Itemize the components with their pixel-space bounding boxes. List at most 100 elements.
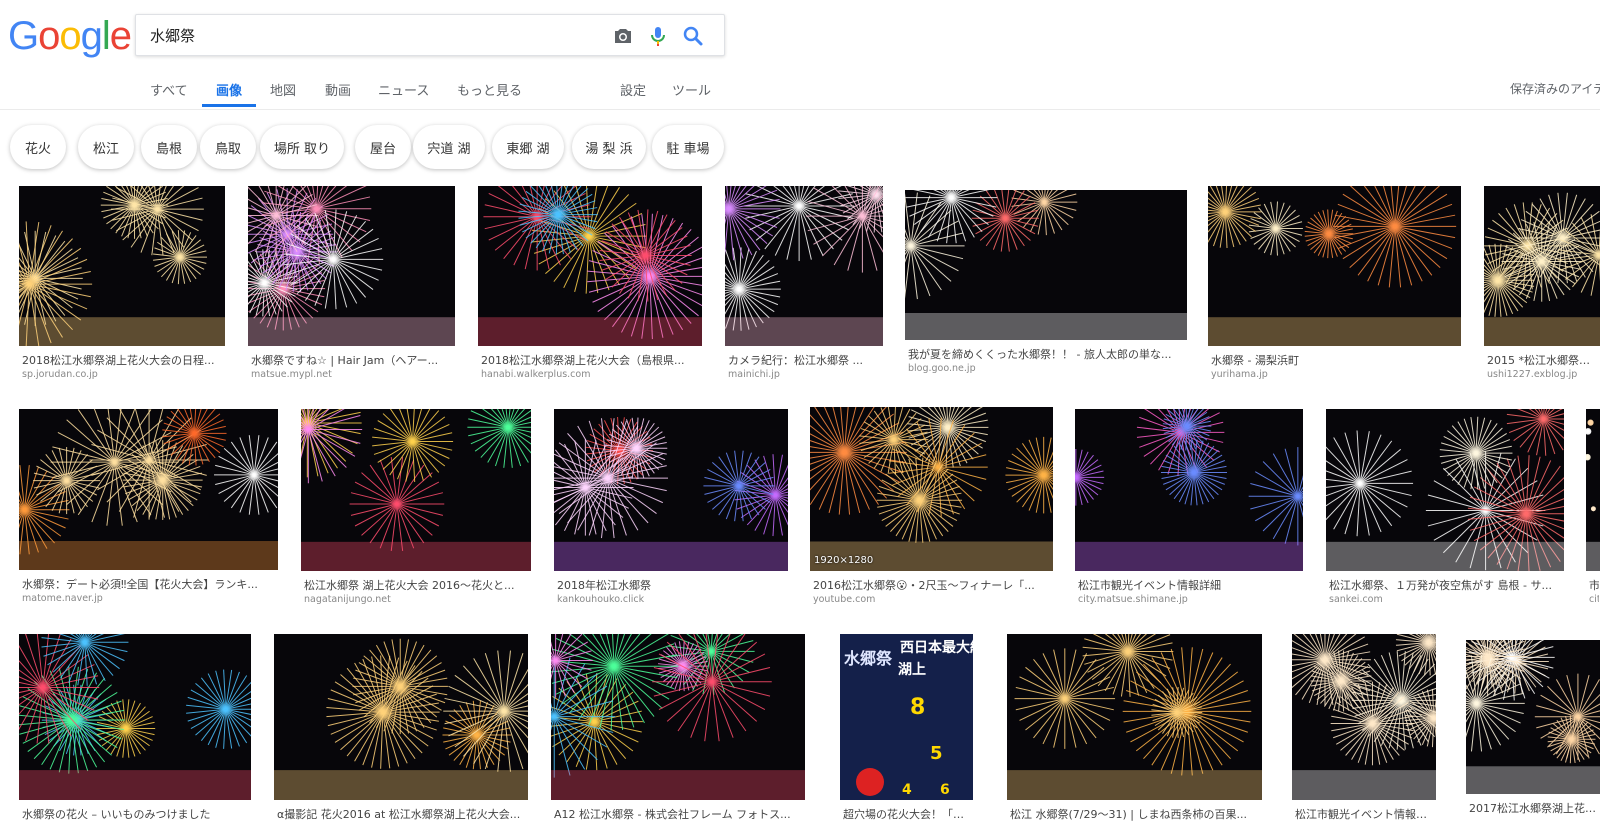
google-logo[interactable]: Google — [8, 14, 132, 58]
result-thumbnail[interactable] — [1075, 409, 1303, 571]
result-thumbnail[interactable] — [554, 409, 788, 571]
result-thumbnail[interactable] — [905, 190, 1187, 340]
chip-4[interactable]: 場所 取り — [260, 125, 344, 169]
result-thumbnail[interactable] — [19, 634, 251, 800]
search-box[interactable] — [135, 14, 725, 56]
result-thumbnail[interactable] — [551, 634, 805, 800]
saved-items-link[interactable]: 保存済みのアイテ — [1510, 80, 1600, 97]
result-title[interactable]: 超穴場の花火大会！「松江... — [843, 806, 972, 821]
image-result[interactable]: α撮影記 花火2016 at 松江水郷祭湖上花火大会... — [274, 634, 528, 821]
image-result[interactable]: A12 松江水郷祭 - 株式会社フレーム フォトス... — [551, 634, 805, 821]
image-result[interactable]: 水郷祭 - 湯梨浜町 yurihama.jp — [1208, 186, 1461, 386]
result-thumbnail[interactable] — [274, 634, 528, 800]
search-icon[interactable] — [681, 24, 705, 48]
result-source[interactable]: kankouhouko.click — [557, 594, 787, 605]
image-result[interactable]: 2018松江水郷祭湖上花火大会（島根県... hanabi.walkerplus.… — [478, 186, 702, 386]
image-result[interactable]: 松江水郷祭 湖上花火大会 2016〜花火と... nagatanijungo.ne… — [301, 409, 531, 611]
result-title[interactable]: 松江水郷祭、１万発が夜空焦がす 島根 - サ... — [1329, 577, 1563, 593]
image-result[interactable]: 2017松江水郷祭湖上花火大... — [1466, 640, 1600, 821]
result-title[interactable]: 水郷祭 - 湯梨浜町 — [1211, 352, 1460, 368]
result-title[interactable]: 水郷祭：デート必須‼全国【花火大会】ランキ... — [22, 576, 277, 592]
result-thumbnail[interactable] — [1292, 634, 1436, 800]
result-thumbnail[interactable] — [1326, 409, 1564, 571]
chip-5[interactable]: 屋台 — [355, 125, 411, 169]
result-thumbnail[interactable] — [1586, 409, 1600, 571]
tab-3[interactable]: 動画 — [325, 80, 351, 99]
result-thumbnail[interactable]: 西日本最大級湖上水郷祭 8 5 6 4 — [840, 634, 973, 800]
result-thumbnail[interactable] — [1208, 186, 1461, 346]
result-title[interactable]: 松江市観光イベント情報詳細 — [1078, 577, 1302, 593]
result-source[interactable]: youtube.com — [813, 594, 1052, 605]
result-source[interactable]: blog.goo.ne.jp — [908, 363, 1186, 374]
image-result[interactable]: 松江 水郷祭(7/29〜31) | しまね西条柿の百果... — [1007, 634, 1262, 821]
result-title[interactable]: 2018年松江水郷祭 — [557, 577, 787, 593]
tab-2[interactable]: 地図 — [270, 80, 296, 99]
tab-1[interactable]: 画像 — [216, 80, 242, 99]
result-title[interactable]: 2017松江水郷祭湖上花火大... — [1469, 800, 1599, 816]
result-thumbnail[interactable] — [1007, 634, 1262, 800]
result-thumbnail[interactable] — [19, 409, 278, 570]
result-thumbnail[interactable] — [810, 407, 1053, 571]
result-source[interactable]: sp.jorudan.co.jp — [22, 369, 224, 380]
result-title[interactable]: A12 松江水郷祭 - 株式会社フレーム フォトス... — [554, 806, 804, 821]
result-title[interactable]: 松江水郷祭 湖上花火大会 2016〜花火と... — [304, 577, 530, 593]
result-source[interactable]: matome.naver.jp — [22, 593, 277, 604]
image-result[interactable]: 市 cit — [1586, 409, 1600, 611]
result-title[interactable]: 水郷祭の花火 – いいものみつけました — [22, 806, 250, 821]
image-result[interactable]: 水郷祭の花火 – いいものみつけました — [19, 634, 251, 821]
result-title[interactable]: 2018松江水郷祭湖上花火大会の日程... — [22, 352, 224, 368]
mic-icon[interactable] — [646, 24, 670, 48]
result-source[interactable]: hanabi.walkerplus.com — [481, 369, 701, 380]
image-result[interactable]: 2018年松江水郷祭 kankouhouko.click — [554, 409, 788, 611]
image-result[interactable]: 我が夏を締めくくった水郷祭！！ - 旅人太郎の単な... blog.goo.ne.… — [905, 190, 1187, 380]
tab-6[interactable]: 設定 — [620, 80, 646, 99]
result-source[interactable]: ushi1227.exblog.jp — [1487, 369, 1599, 380]
chip-2[interactable]: 島根 — [141, 125, 197, 169]
result-source[interactable]: city.matsue.shimane.jp — [1078, 594, 1302, 605]
result-title[interactable]: α撮影記 花火2016 at 松江水郷祭湖上花火大会... — [277, 806, 527, 821]
chip-9[interactable]: 駐 車場 — [652, 125, 724, 169]
chip-7[interactable]: 東郷 湖 — [492, 125, 564, 169]
image-result[interactable]: 松江水郷祭、１万発が夜空焦がす 島根 - サ... sankei.com — [1326, 409, 1564, 611]
chip-3[interactable]: 鳥取 — [200, 125, 256, 169]
search-input[interactable] — [150, 23, 590, 47]
result-thumbnail[interactable] — [478, 186, 702, 346]
result-title[interactable]: カメラ紀行：松江水郷祭 ... — [728, 352, 882, 368]
result-title[interactable]: 2016松江水郷祭😮・2尺玉〜フィナーレ「... — [813, 577, 1052, 593]
chip-1[interactable]: 松江 — [78, 125, 134, 169]
camera-icon[interactable] — [611, 24, 635, 48]
image-result[interactable]: 松江市観光イベント情報詳細 city.matsue.shimane.jp — [1075, 409, 1303, 611]
result-thumbnail[interactable] — [19, 186, 225, 346]
result-thumbnail[interactable] — [301, 409, 531, 571]
result-title[interactable]: 松江市観光イベント情報詳細 — [1295, 806, 1435, 821]
chip-0[interactable]: 花火 — [10, 125, 66, 169]
result-thumbnail[interactable] — [725, 186, 883, 346]
tab-7[interactable]: ツール — [672, 80, 711, 99]
result-source[interactable]: mainichi.jp — [728, 369, 882, 380]
result-title[interactable]: 我が夏を締めくくった水郷祭！！ - 旅人太郎の単な... — [908, 346, 1186, 362]
result-title[interactable]: 水郷祭ですね☆ | Hair Jam（ヘアー... — [251, 352, 454, 368]
result-title[interactable]: 市 — [1589, 577, 1599, 593]
image-result[interactable]: 2015 *松江水郷祭湖上...ushi1227.exblog.jp — [1484, 186, 1600, 386]
tab-0[interactable]: すべて — [150, 80, 188, 99]
result-source[interactable]: cit — [1589, 594, 1599, 605]
result-thumbnail[interactable] — [248, 186, 455, 346]
image-result[interactable]: 1920×1280 2016松江水郷祭😮・2尺玉〜フィナーレ「... youtube… — [810, 407, 1053, 611]
image-result[interactable]: 水郷祭ですね☆ | Hair Jam（ヘアー... matsue.mypl.net — [248, 186, 455, 386]
tab-5[interactable]: もっと見る — [457, 80, 522, 99]
image-result[interactable]: 西日本最大級湖上水郷祭 8 5 6 4 超穴場の花火大会！「松江... — [840, 634, 973, 821]
chip-6[interactable]: 宍道 湖 — [413, 125, 485, 169]
result-source[interactable]: matsue.mypl.net — [251, 369, 454, 380]
result-thumbnail[interactable] — [1466, 640, 1600, 794]
tab-4[interactable]: ニュース — [378, 80, 429, 99]
result-source[interactable]: yurihama.jp — [1211, 369, 1460, 380]
image-result[interactable]: 水郷祭：デート必須‼全国【花火大会】ランキ... matome.naver.jp — [19, 409, 278, 610]
image-result[interactable]: 2018松江水郷祭湖上花火大会の日程... sp.jorudan.co.jp — [19, 186, 225, 386]
image-result[interactable]: カメラ紀行：松江水郷祭 ... mainichi.jp — [725, 186, 883, 386]
result-source[interactable]: nagatanijungo.net — [304, 594, 530, 605]
image-result[interactable]: 松江市観光イベント情報詳細 — [1292, 634, 1436, 821]
result-title[interactable]: 松江 水郷祭(7/29〜31) | しまね西条柿の百果... — [1010, 806, 1261, 821]
result-thumbnail[interactable] — [1484, 186, 1600, 346]
result-source[interactable]: sankei.com — [1329, 594, 1563, 605]
result-title[interactable]: 2015 *松江水郷祭湖上... — [1487, 352, 1599, 368]
